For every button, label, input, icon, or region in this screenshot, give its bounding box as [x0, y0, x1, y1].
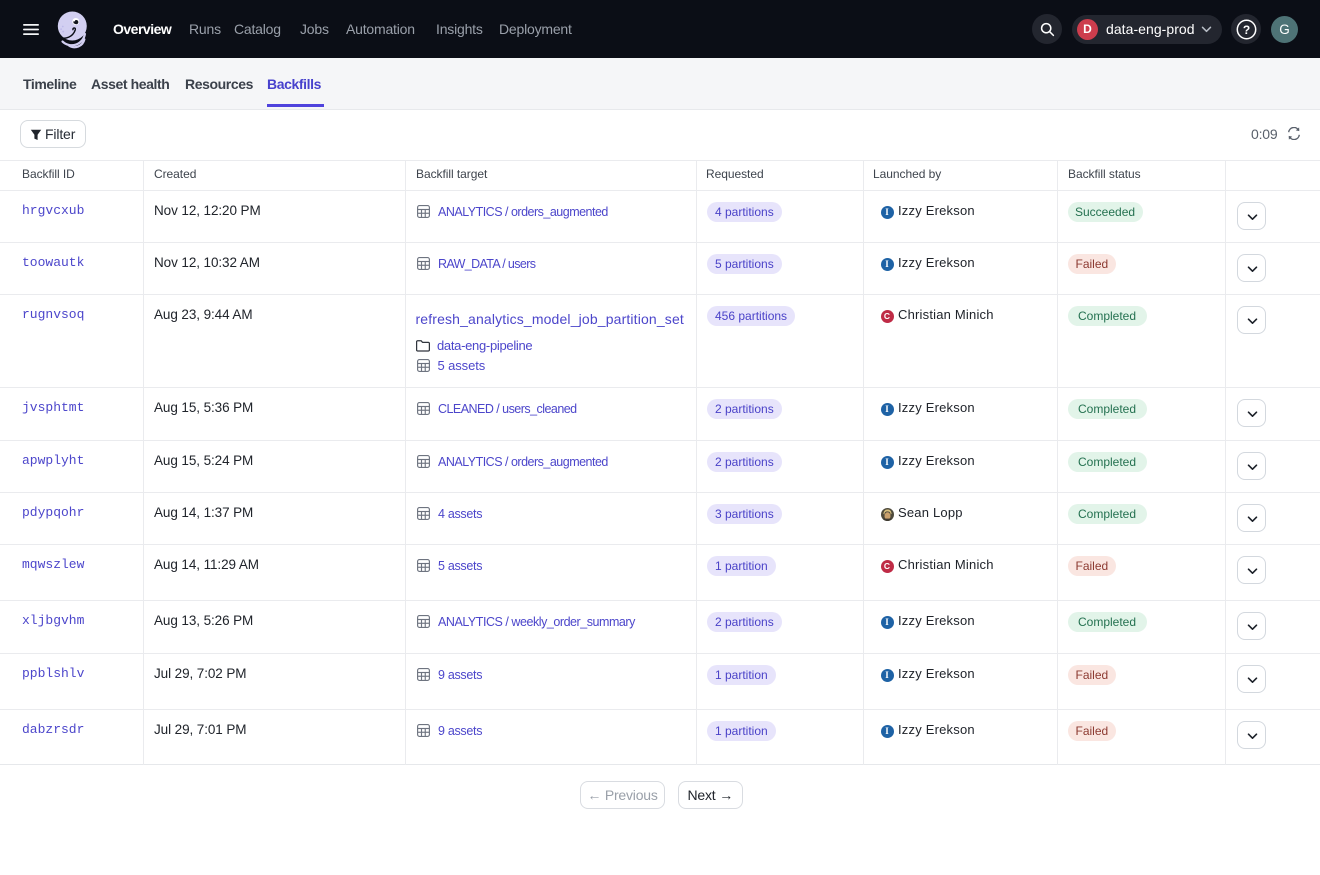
svg-text:?: ? [1242, 22, 1249, 36]
